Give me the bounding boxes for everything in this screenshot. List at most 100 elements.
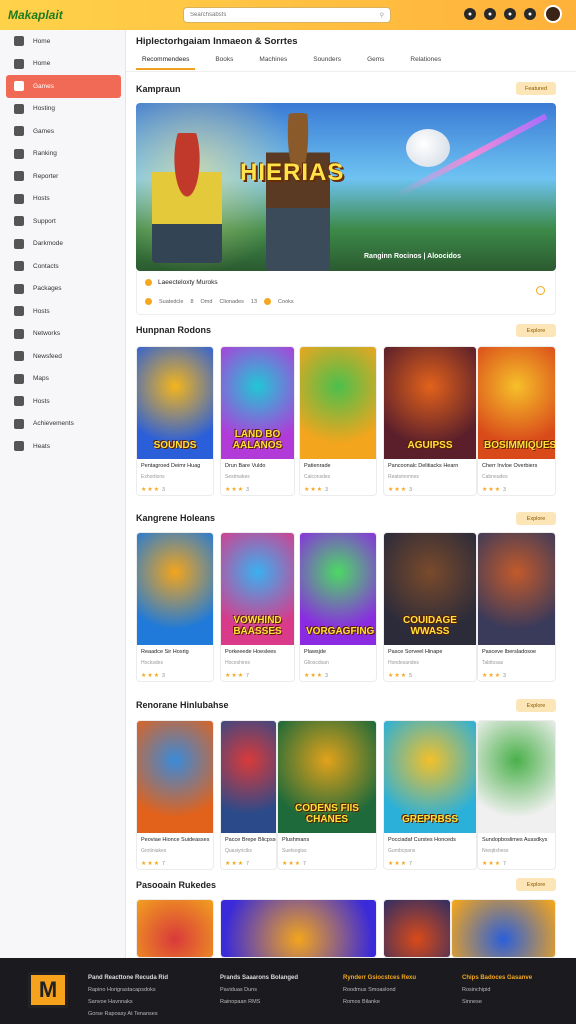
game-title[interactable]: Pocciadaf Curstes Honceds — [388, 837, 476, 843]
explore-button-1[interactable]: Explore — [516, 324, 556, 337]
game-card[interactable]: HUNNY — [136, 899, 214, 958]
game-card[interactable]: Sundopboslimes Aussdkys Nreqtishess ★★★ 7 — [477, 720, 556, 870]
app-logo[interactable]: Makaplait — [8, 8, 178, 22]
help-icon[interactable]: ● — [524, 8, 536, 20]
chat-icon[interactable]: ● — [484, 8, 496, 20]
game-cover-art[interactable] — [221, 721, 276, 833]
game-cover-art[interactable]: BOSIMMIQUES — [478, 347, 555, 459]
sidebar-item[interactable]: Home — [0, 53, 125, 76]
sidebar-item[interactable]: Games — [0, 120, 125, 143]
sidebar-item[interactable]: Home — [0, 30, 125, 53]
game-card[interactable]: CODENS FIIS CHANES Plushmans Suetsogiss ★★★… — [277, 720, 377, 870]
sidebar-item[interactable]: Achievements — [0, 413, 125, 436]
sidebar-item[interactable]: Darkmode — [0, 233, 125, 256]
tab-relationes[interactable]: Relationes — [404, 56, 447, 70]
sidebar-item[interactable]: Maps — [0, 368, 125, 391]
game-cover-art[interactable]: COUIDAGE WWASS — [384, 533, 476, 645]
user-avatar[interactable] — [544, 5, 562, 23]
game-title[interactable]: Drun Bare Vuldo — [225, 463, 294, 469]
game-title[interactable]: Plushmans — [282, 837, 376, 843]
search-box[interactable]: ⚲ — [183, 7, 391, 23]
explore-button-2[interactable]: Explore — [516, 512, 556, 525]
tab-recommendees[interactable]: Recommendees — [136, 56, 196, 70]
game-card[interactable]: Pacce Brepe Blicpssodes Quasiyriciks ★★★7 — [220, 720, 277, 870]
footer-col2-heading[interactable]: Rynderr Gsiocstces Rexu — [343, 972, 416, 984]
game-cover-art[interactable]: DIRBICE — [452, 900, 555, 957]
sidebar-item[interactable]: Networks — [0, 323, 125, 346]
game-card[interactable]: GREPRBSS Pocciadaf Curstes Honceds Gurnbcp… — [383, 720, 477, 870]
footer-col1-heading[interactable]: Prands Saaarons Bolanged — [220, 972, 298, 984]
tab-books[interactable]: Books — [209, 56, 239, 70]
game-cover-art[interactable] — [137, 533, 213, 645]
notification-icon[interactable]: ● — [464, 8, 476, 20]
game-card[interactable]: DIRBICE — [451, 899, 556, 958]
footer-link[interactable]: Roodmus Smoaslond — [343, 984, 416, 996]
game-card[interactable]: AGUIPSS Pancoonalc Delitiacks Hearn Reatsm… — [383, 346, 477, 496]
game-title[interactable]: Plawsjde — [304, 649, 376, 655]
footer-col3-heading[interactable]: Chips Badoces Gasanve — [462, 972, 532, 984]
tab-gems[interactable]: Gems — [361, 56, 390, 70]
game-card[interactable]: LAND BO AALANOS Drun Bare Vuldo Sestmakes ★… — [220, 346, 295, 496]
game-card[interactable]: Patienrade Calconsdes ★★★ 3 — [299, 346, 377, 496]
sidebar-item[interactable]: Packages — [0, 278, 125, 301]
game-title[interactable]: Pasceve Ibersladosoe — [482, 649, 555, 655]
footer-link[interactable]: Sinnese — [462, 996, 532, 1008]
sidebar-item[interactable]: Heats — [0, 435, 125, 458]
game-cover-art[interactable]: VOWHIND BAASSES — [221, 533, 294, 645]
game-cover-art[interactable]: HUNNY — [137, 900, 213, 957]
sidebar-item[interactable]: Support — [0, 210, 125, 233]
footer-link[interactable]: Rainopaan RMS — [220, 996, 298, 1008]
game-cover-art[interactable]: CODENS FIIS CHANES — [278, 721, 376, 833]
game-card[interactable]: SOUNDS Pentagroed Deimr Huag Exhortions ★★★… — [136, 346, 214, 496]
game-cover-art[interactable] — [137, 721, 213, 833]
footer-link[interactable]: Paviduas Duns — [220, 984, 298, 996]
game-cover-art[interactable] — [384, 900, 450, 957]
tab-sounders[interactable]: Sounders — [307, 56, 347, 70]
game-card[interactable]: BOSIMMIQUES Cherr Invloe Overbiers Cabneud… — [477, 346, 556, 496]
game-cover-art[interactable]: SOUNDS — [137, 347, 213, 459]
game-title[interactable]: Porkeeede Hoeslees — [225, 649, 294, 655]
game-card[interactable]: MAVNIE — [220, 899, 377, 958]
tab-machines[interactable]: Machines — [253, 56, 293, 70]
game-cover-art[interactable]: VORGAGFING — [300, 533, 376, 645]
game-title[interactable]: Pancoonalc Delitiacks Hearn — [388, 463, 476, 469]
footer-link[interactable]: Romos Bilanke — [343, 996, 416, 1008]
hero-game-name[interactable]: Laeecteloxty Muroks — [158, 279, 218, 286]
game-cover-art[interactable] — [300, 347, 376, 459]
game-cover-art[interactable] — [478, 533, 555, 645]
featured-button[interactable]: Featured — [516, 82, 556, 95]
game-cover-art[interactable]: GREPRBSS — [384, 721, 476, 833]
footer-link[interactable]: Rosinchipid — [462, 984, 532, 996]
game-cover-art[interactable]: AGUIPSS — [384, 347, 476, 459]
search-input[interactable] — [190, 12, 360, 18]
game-card[interactable]: VORGAGFING Plawsjde Glioscdsan ★★★ 3 — [299, 532, 377, 682]
game-cover-art[interactable] — [478, 721, 555, 833]
game-card[interactable]: Peoviae Hionce Suideasses Grotiniakes ★★★ 7 — [136, 720, 214, 870]
sidebar-item[interactable]: Hosts — [0, 188, 125, 211]
game-title[interactable]: Patienrade — [304, 463, 376, 469]
sidebar-item[interactable]: Contacts — [0, 255, 125, 278]
game-card[interactable]: Pasceve Ibersladosoe Tabitosas ★★★ 3 — [477, 532, 556, 682]
sidebar-item[interactable]: Hosts — [0, 390, 125, 413]
game-title[interactable]: Peoviae Hionce Suideasses — [141, 837, 213, 843]
sidebar-item[interactable]: Reporter — [0, 165, 125, 188]
explore-button-3[interactable]: Explore — [516, 699, 556, 712]
explore-button-4[interactable]: Explore — [516, 878, 556, 891]
sidebar-item[interactable]: Ranking — [0, 143, 125, 166]
footer-logo[interactable]: M — [28, 972, 68, 1008]
game-card[interactable]: VOWHIND BAASSES Porkeeede Hoeslees Hoceshi… — [220, 532, 295, 682]
game-title[interactable]: Reaadce Sir Hosrig — [141, 649, 213, 655]
sidebar-item[interactable]: Hosting — [0, 98, 125, 121]
settings-icon[interactable]: ● — [504, 8, 516, 20]
game-cover-art[interactable]: MAVNIE — [221, 900, 376, 957]
game-title[interactable]: Pentagroed Deimr Huag — [141, 463, 213, 469]
sidebar-item[interactable]: Hosts — [0, 300, 125, 323]
sidebar-item[interactable]: Games — [6, 75, 121, 98]
game-title[interactable]: Pasce Sorveel Hinape — [388, 649, 476, 655]
game-card[interactable]: Reaadce Sir Hosrig Hocksdes ★★★ 3 — [136, 532, 214, 682]
sidebar-item[interactable]: Newsfeed — [0, 345, 125, 368]
search-icon[interactable]: ⚲ — [380, 12, 384, 19]
game-title[interactable]: Pacce Brepe Blicpssodes — [225, 837, 276, 843]
game-title[interactable]: Sundopboslimes Aussdkys — [482, 837, 555, 843]
hero-banner[interactable]: HIERIAS Ranginn Rocinos | Aloocidos — [136, 103, 556, 271]
